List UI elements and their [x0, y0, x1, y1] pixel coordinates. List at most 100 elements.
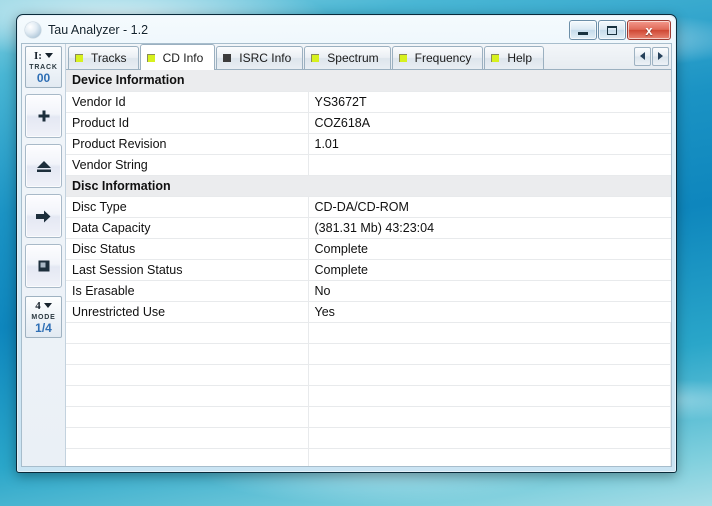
table-cell-value: [308, 448, 672, 466]
mode-selector[interactable]: 4 MODE 1/4: [25, 296, 62, 338]
table-cell-value: Complete: [308, 238, 671, 260]
table-cell-value: [308, 343, 672, 365]
table-row[interactable]: Disc Status Complete: [66, 238, 671, 260]
table-row[interactable]: Last Session Status Complete: [66, 259, 671, 281]
table-row[interactable]: [66, 406, 672, 428]
table-cell-key: Data Capacity: [66, 217, 309, 239]
tab-cd-info[interactable]: CD Info: [139, 44, 216, 70]
green-square-icon: [75, 54, 83, 62]
green-square-icon: [146, 53, 155, 62]
table-row[interactable]: [66, 448, 672, 466]
add-button[interactable]: [25, 94, 62, 138]
grey-square-icon: [223, 54, 232, 62]
drive-selector-top: I:: [26, 48, 61, 63]
title-bar: Tau Analyzer - 1.2 x: [21, 17, 672, 43]
disc-icon: [25, 22, 41, 38]
sidebar-toolbar: I: TRACK 00 4 MODE 1/4: [22, 44, 66, 466]
maximize-icon: [607, 25, 617, 35]
table-cell-value: [308, 154, 671, 176]
stop-button[interactable]: [25, 244, 62, 288]
table-row[interactable]: Is Erasable No: [66, 280, 671, 302]
table-cell-value: [308, 427, 672, 449]
window-controls: x: [569, 20, 672, 40]
right-arrow-icon: [36, 210, 51, 222]
green-square-icon: [491, 54, 500, 62]
plus-icon: [38, 110, 49, 122]
left-arrow-icon: [640, 52, 646, 60]
table-row[interactable]: Product Id COZ618A: [66, 112, 671, 134]
green-square-icon: [398, 54, 407, 62]
eject-icon: [36, 160, 51, 172]
table-cell-value: (381.31 Mb) 43:23:04: [308, 217, 671, 239]
table-cell-value: Complete: [308, 259, 671, 281]
table-row[interactable]: [66, 343, 672, 365]
table-row[interactable]: [66, 322, 672, 344]
tab-scroll-left-button[interactable]: [634, 46, 652, 66]
table-cell-value: No: [308, 280, 671, 302]
tab-spectrum[interactable]: Spectrum: [304, 46, 391, 69]
table-row[interactable]: [66, 427, 672, 449]
table-cell-key: [66, 322, 309, 344]
tab-help[interactable]: Help: [484, 46, 545, 69]
green-square-icon: [311, 54, 320, 62]
table-cell-key: [66, 427, 309, 449]
table-cell-key: Vendor Id: [66, 91, 309, 113]
eject-button[interactable]: [25, 144, 62, 188]
table-row[interactable]: [66, 364, 672, 386]
tab-label: Tracks: [91, 51, 127, 65]
tab-label: CD Info: [162, 50, 204, 65]
table-row[interactable]: [66, 385, 672, 407]
mode-selector-value: 4: [35, 299, 41, 312]
table-cell-value: CD-DA/CD-ROM: [308, 196, 671, 218]
table-cell-value: YS3672T: [308, 91, 671, 113]
tab-scroll-right-button[interactable]: [652, 46, 670, 66]
table-cell-value: [308, 364, 672, 386]
tab-scroll-controls: [634, 46, 670, 66]
close-button[interactable]: x: [627, 20, 671, 40]
content-panel: Tracks CD Info ISRC Info Spectrum Frequency H…: [66, 44, 672, 466]
table-cell-key: [66, 364, 309, 386]
tab-isrc-info[interactable]: ISRC Info: [216, 46, 304, 69]
table-cell-key: Is Erasable: [66, 280, 309, 302]
table-cell-value: [308, 322, 672, 344]
tab-label: Frequency: [414, 51, 472, 65]
table-cell-value: COZ618A: [308, 112, 671, 134]
table-cell-key: [66, 343, 309, 365]
table-row[interactable]: Data Capacity (381.31 Mb) 43:23:04: [66, 217, 671, 239]
minimize-icon: [578, 31, 588, 35]
table-cell-key: [66, 406, 309, 428]
table-section-header: Disc Information: [66, 175, 671, 197]
client-area: I: TRACK 00 4 MODE 1/4 Tracks CD Info IS…: [21, 43, 672, 467]
window-title: Tau Analyzer - 1.2: [48, 23, 149, 37]
table-row[interactable]: Vendor Id YS3672T: [66, 91, 671, 113]
mode-value: 1/4: [35, 321, 52, 335]
table-row[interactable]: Disc Type CD-DA/CD-ROM: [66, 196, 671, 218]
tab-label: Help: [507, 51, 533, 65]
table-cell-key: [66, 385, 309, 407]
maximize-button[interactable]: [598, 20, 626, 40]
drive-selector[interactable]: I: TRACK 00: [25, 46, 62, 88]
track-number: 00: [36, 71, 51, 85]
play-button[interactable]: [25, 194, 62, 238]
minimize-button[interactable]: [569, 20, 597, 40]
info-table: Device Information Vendor Id YS3672T Produc…: [66, 70, 672, 466]
right-arrow-icon: [658, 52, 664, 60]
stop-square-icon: [38, 260, 49, 272]
tab-frequency[interactable]: Frequency: [391, 46, 484, 69]
table-cell-key: Last Session Status: [66, 259, 309, 281]
application-window: Tau Analyzer - 1.2 x I: TRACK 00 4 MODE …: [16, 14, 677, 473]
tab-tracks[interactable]: Tracks: [68, 46, 139, 69]
table-cell-key: Disc Type: [66, 196, 309, 218]
tab-label: ISRC Info: [239, 51, 292, 65]
table-row[interactable]: Unrestricted Use Yes: [66, 301, 671, 323]
tab-bar: Tracks CD Info ISRC Info Spectrum Frequency H…: [66, 44, 672, 70]
drive-selector-value: I:: [34, 49, 42, 62]
chevron-down-icon: [43, 303, 52, 308]
table-section-header: Device Information: [66, 70, 671, 92]
table-row[interactable]: Vendor String: [66, 154, 671, 176]
section-header-label: Disc Information: [66, 175, 671, 197]
chevron-down-icon: [44, 53, 53, 58]
table-cell-value: [308, 406, 672, 428]
table-row[interactable]: Product Revision 1.01: [66, 133, 671, 155]
